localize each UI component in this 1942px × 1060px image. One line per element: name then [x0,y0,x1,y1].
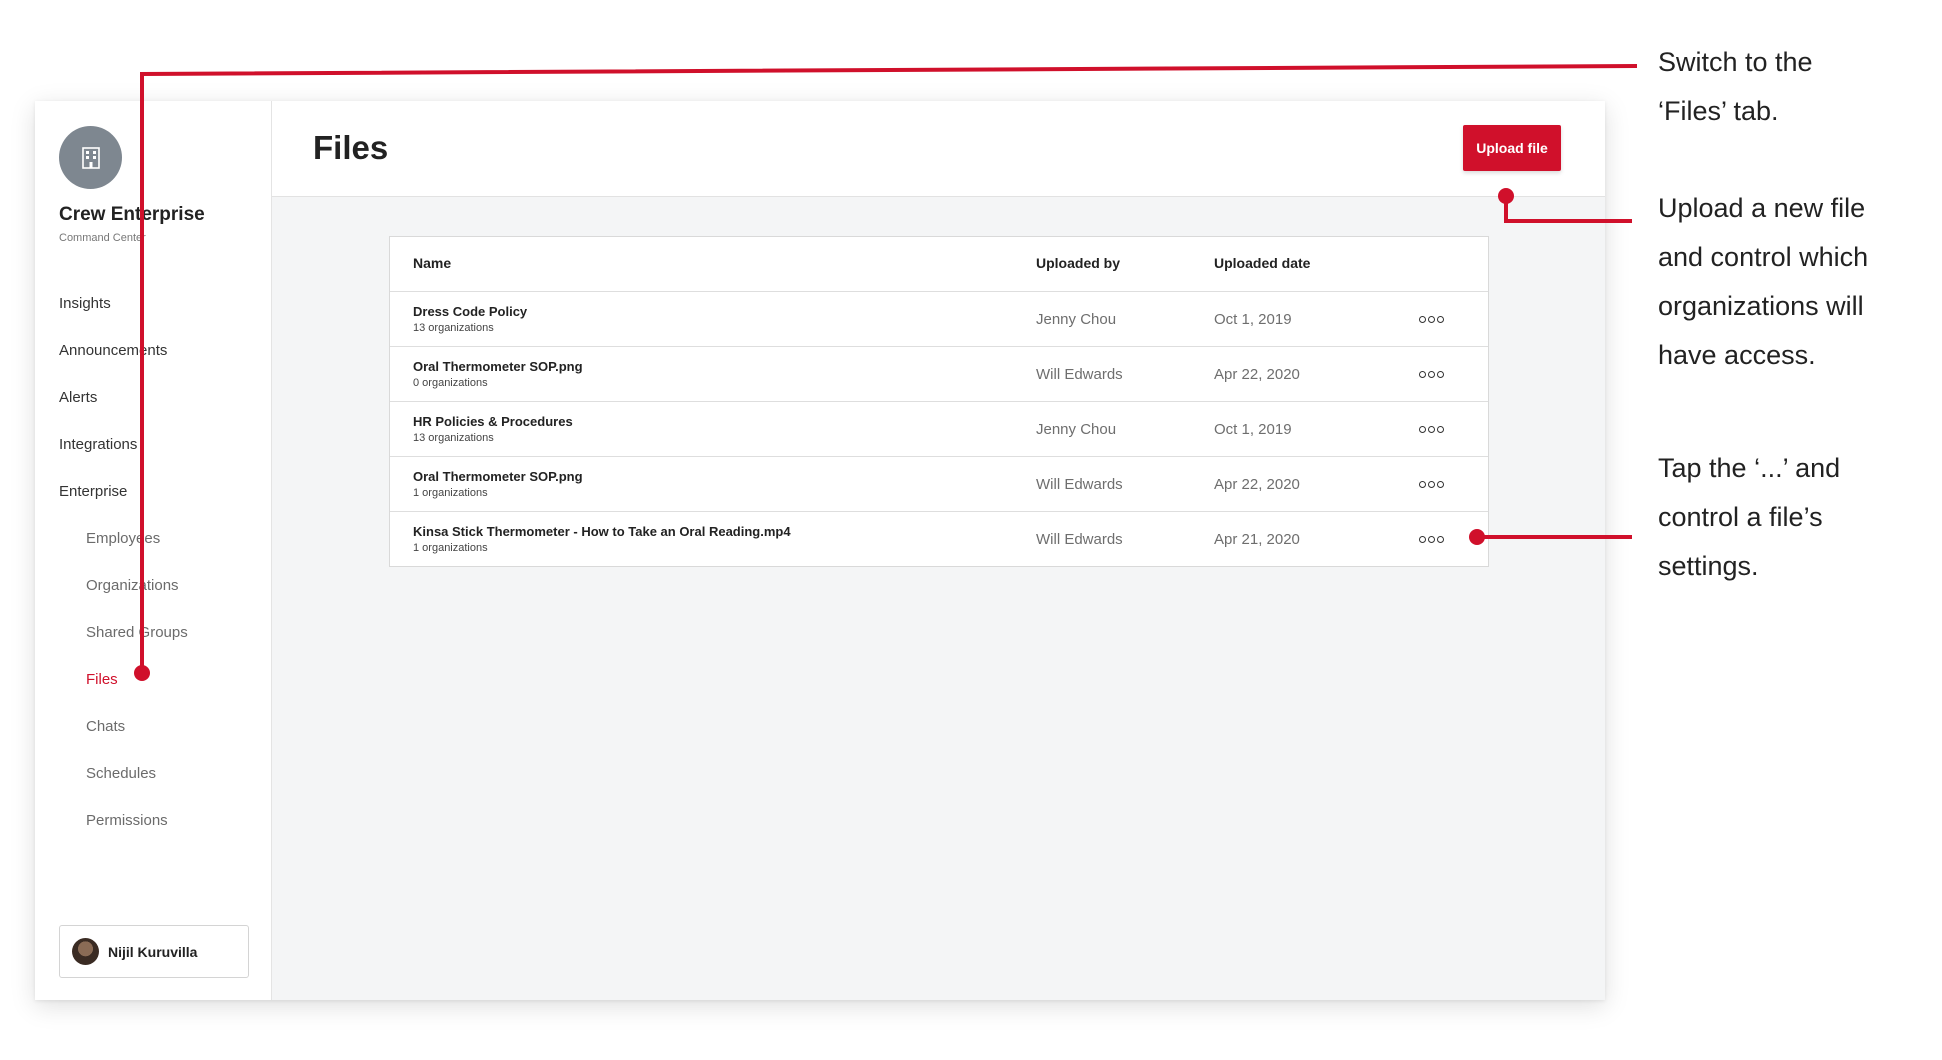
building-icon [81,146,100,169]
file-org-count: 0 organizations [413,377,488,389]
nav-sub-files[interactable]: Files [86,671,118,688]
file-org-count: 1 organizations [413,487,488,499]
uploaded-date: Oct 1, 2019 [1214,421,1292,438]
callout-upload: Upload a new file and control which orga… [1658,184,1928,380]
avatar [72,938,99,965]
callout-settings: Tap the ‘...’ and control a file’s setti… [1658,444,1928,591]
org-name: Crew Enterprise [59,204,205,225]
user-menu[interactable]: Nijil Kuruvilla [59,925,249,978]
more-options-icon[interactable] [1416,362,1446,386]
more-options-icon[interactable] [1416,307,1446,331]
uploaded-date: Oct 1, 2019 [1214,311,1292,328]
table-header: Name Uploaded by Uploaded date [390,237,1488,292]
file-org-count: 13 organizations [413,432,494,444]
nav-item-announcements[interactable]: Announcements [59,342,167,359]
callout-text: Tap the ‘...’ and [1658,453,1841,483]
sidebar: Crew Enterprise Command Center Insights … [35,101,272,1000]
uploaded-by: Will Edwards [1036,531,1123,548]
nav-sub-permissions[interactable]: Permissions [86,812,168,829]
uploaded-by: Will Edwards [1036,476,1123,493]
uploaded-date: Apr 22, 2020 [1214,366,1300,383]
page-header: Files Upload file [272,101,1605,197]
column-header-uploaded-by[interactable]: Uploaded by [1036,255,1120,271]
main-content: Files Upload file Name Uploaded by Uploa… [272,101,1605,1000]
table-row[interactable]: Dress Code Policy 13 organizations Jenny… [390,292,1488,347]
file-name[interactable]: Dress Code Policy [413,304,527,319]
nav-sub-schedules[interactable]: Schedules [86,765,156,782]
callout-text: settings. [1658,551,1759,581]
column-header-name[interactable]: Name [413,255,451,271]
nav-item-alerts[interactable]: Alerts [59,389,97,406]
uploaded-by: Will Edwards [1036,366,1123,383]
file-name[interactable]: Kinsa Stick Thermometer - How to Take an… [413,524,791,539]
callout-text: ‘Files’ tab. [1658,96,1779,126]
callout-text: control a file’s [1658,502,1823,532]
files-table: Name Uploaded by Uploaded date Dress Cod… [389,236,1489,567]
uploaded-date: Apr 22, 2020 [1214,476,1300,493]
more-options-icon[interactable] [1416,417,1446,441]
callout-text: Upload a new file [1658,193,1866,223]
page-title: Files [313,129,389,166]
nav-item-insights[interactable]: Insights [59,295,111,312]
uploaded-by: Jenny Chou [1036,421,1117,438]
more-options-icon[interactable] [1416,472,1446,496]
nav-sub-shared-groups[interactable]: Shared Groups [86,624,188,641]
user-name: Nijil Kuruvilla [108,943,198,960]
app-window: Crew Enterprise Command Center Insights … [35,101,1605,1000]
callout-text: organizations will [1658,291,1864,321]
callout-text: and control which [1658,242,1869,272]
uploaded-by: Jenny Chou [1036,311,1117,328]
callout-text: have access. [1658,340,1816,370]
table-row[interactable]: HR Policies & Procedures 13 organization… [390,402,1488,457]
nav-sub-chats[interactable]: Chats [86,718,125,735]
more-options-icon[interactable] [1416,527,1446,551]
uploaded-date: Apr 21, 2020 [1214,531,1300,548]
upload-file-button[interactable]: Upload file [1463,125,1561,171]
table-row[interactable]: Kinsa Stick Thermometer - How to Take an… [390,512,1488,566]
callout-files-tab: Switch to the ‘Files’ tab. [1658,38,1928,136]
table-row[interactable]: Oral Thermometer SOP.png 0 organizations… [390,347,1488,402]
nav-sub-organizations[interactable]: Organizations [86,577,179,594]
table-row[interactable]: Oral Thermometer SOP.png 1 organizations… [390,457,1488,512]
column-header-uploaded-date[interactable]: Uploaded date [1214,255,1310,271]
nav-sub-employees[interactable]: Employees [86,530,160,547]
file-name[interactable]: Oral Thermometer SOP.png [413,359,583,374]
file-name[interactable]: HR Policies & Procedures [413,414,573,429]
file-name[interactable]: Oral Thermometer SOP.png [413,469,583,484]
file-org-count: 13 organizations [413,322,494,334]
callout-text: Switch to the [1658,47,1813,77]
nav-item-enterprise[interactable]: Enterprise [59,483,127,500]
nav-item-integrations[interactable]: Integrations [59,436,137,453]
file-org-count: 1 organizations [413,542,488,554]
org-avatar [59,126,122,189]
org-subtitle: Command Center [59,232,146,244]
